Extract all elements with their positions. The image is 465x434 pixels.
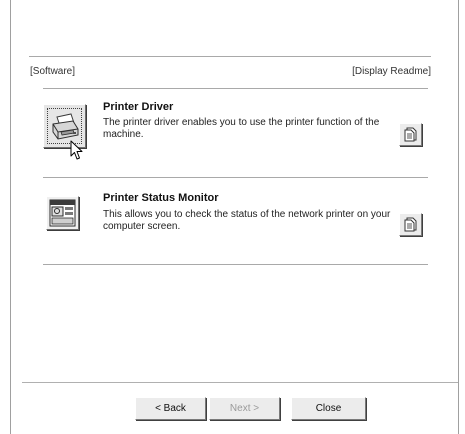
- software-column-label: [Software]: [30, 66, 76, 77]
- printer-driver-description: The printer driver enables you to use th…: [103, 117, 380, 140]
- printer-driver-readme-button[interactable]: [399, 123, 422, 146]
- mouse-pointer-icon: [70, 140, 83, 160]
- window-left-border: [10, 0, 11, 434]
- list-top-divider: [43, 88, 428, 89]
- list-bottom-divider: [43, 264, 428, 265]
- document-icon: [404, 217, 417, 232]
- back-button[interactable]: < Back: [135, 397, 206, 420]
- close-button[interactable]: Close: [291, 397, 366, 420]
- printer-icon: [52, 113, 79, 140]
- document-icon: [404, 127, 417, 142]
- item-divider: [43, 177, 428, 178]
- display-readme-column-label: [Display Readme]: [352, 66, 431, 77]
- printer-status-monitor-install-button[interactable]: [46, 196, 79, 230]
- printer-status-monitor-title: Printer Status Monitor: [103, 192, 219, 204]
- printer-driver-title: Printer Driver: [103, 101, 174, 113]
- window-right-border: [458, 0, 459, 434]
- status-monitor-icon: [49, 199, 76, 227]
- footer-divider-highlight: [22, 383, 458, 384]
- header-divider: [29, 56, 431, 57]
- printer-status-monitor-readme-button[interactable]: [399, 213, 422, 236]
- next-button[interactable]: Next >: [209, 397, 280, 420]
- printer-status-monitor-description: This allows you to check the status of t…: [103, 209, 391, 232]
